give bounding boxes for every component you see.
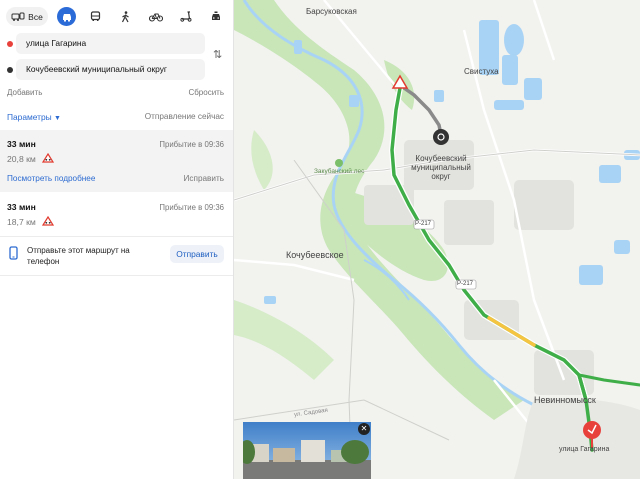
park-icon xyxy=(335,159,343,167)
mode-bus-button[interactable] xyxy=(86,7,105,26)
send-to-phone-text: Отправьте этот маршрут на телефон xyxy=(27,246,130,266)
route-fix-link[interactable]: Исправить xyxy=(184,174,224,183)
transport-modes: Все xyxy=(0,0,233,32)
road-label-r217-a: Р-217 xyxy=(415,221,432,227)
bus-icon xyxy=(90,11,101,21)
mode-all-button[interactable]: Все xyxy=(6,7,48,26)
map-label-nevinnomyssk: Невинномысск xyxy=(534,395,596,405)
origin-text: улица Гагарина xyxy=(26,38,87,48)
town-area xyxy=(514,398,640,479)
map-label-zakubansky-les: Закубанский лес xyxy=(314,168,365,175)
map-label-svistukha: Свистуха xyxy=(464,67,499,76)
scooter-icon xyxy=(179,11,192,22)
route-time: 33 мин xyxy=(7,202,36,212)
route-option-1[interactable]: 33 мин Прибытие в 09:36 20,8 км Посмотре… xyxy=(0,130,233,192)
route-details-link[interactable]: Посмотреть подробнее xyxy=(7,174,95,183)
road-label-r217-b: Р-217 xyxy=(457,281,474,287)
pedestrian-icon xyxy=(121,10,129,22)
chevron-down-icon: ▼ xyxy=(53,115,61,122)
route-arrival: Прибытие в 09:36 xyxy=(159,140,224,149)
map-view[interactable]: Барсуковская Свистуха Кочубеевский муниц… xyxy=(234,0,640,479)
bicycle-icon xyxy=(148,13,163,22)
taxi-icon xyxy=(211,11,220,20)
map-label-kochubeevskoe: Кочубеевское xyxy=(286,250,344,260)
map-label-kochubeevsky-okrug: Кочубеевский муниципальный округ xyxy=(411,154,471,181)
mode-scooter-button[interactable] xyxy=(176,7,195,26)
swap-icon[interactable]: ⇅ xyxy=(213,48,222,61)
map-canvas xyxy=(234,0,640,479)
destination-text: Кочубеевский муниципальный округ xyxy=(26,64,167,74)
mode-all-label: Все xyxy=(28,11,43,22)
mode-car-button[interactable] xyxy=(57,7,76,26)
car-icon xyxy=(62,13,71,21)
route-option-2[interactable]: 33 мин Прибытие в 09:36 18,7 км xyxy=(0,196,233,234)
route-panel: Все улица Гагарина Кочубеевский муниципа… xyxy=(0,0,234,479)
origin-dot xyxy=(7,41,13,47)
map-label-street: улица Гагарина xyxy=(559,446,610,453)
departure-selector[interactable]: Отправление сейчас xyxy=(145,112,224,121)
parameters-label: Параметры xyxy=(7,112,52,122)
add-point-link[interactable]: Добавить xyxy=(7,88,42,97)
parameters-dropdown[interactable]: Параметры ▼ xyxy=(7,112,61,122)
multi-transport-icon xyxy=(11,12,25,21)
origin-field[interactable]: улица Гагарина xyxy=(16,33,205,54)
reset-link[interactable]: Сбросить xyxy=(188,88,224,97)
mode-taxi-button[interactable] xyxy=(206,7,225,26)
origin-marker xyxy=(583,421,601,439)
send-button[interactable]: Отправить xyxy=(170,245,224,263)
destination-marker xyxy=(433,129,449,145)
map-label-barsukovskaya: Барсуковская xyxy=(306,7,357,16)
mode-pedestrian-button[interactable] xyxy=(116,7,135,26)
route-distance: 20,8 км xyxy=(7,154,36,164)
destination-dot xyxy=(7,67,13,73)
send-to-phone-block: Отправьте этот маршрут на телефон Отправ… xyxy=(0,236,233,276)
road-warning-icon xyxy=(42,216,54,226)
mode-bicycle-button[interactable] xyxy=(146,7,165,26)
close-icon[interactable]: ✕ xyxy=(358,423,370,435)
phone-icon xyxy=(9,246,18,260)
street-panorama-thumbnail[interactable] xyxy=(243,422,371,479)
route-arrival: Прибытие в 09:36 xyxy=(159,203,224,212)
route-distance: 18,7 км xyxy=(7,217,36,227)
road-warning-icon xyxy=(42,153,54,163)
route-time: 33 мин xyxy=(7,139,36,149)
destination-field[interactable]: Кочубеевский муниципальный округ xyxy=(16,59,205,80)
panorama-image xyxy=(243,422,371,479)
